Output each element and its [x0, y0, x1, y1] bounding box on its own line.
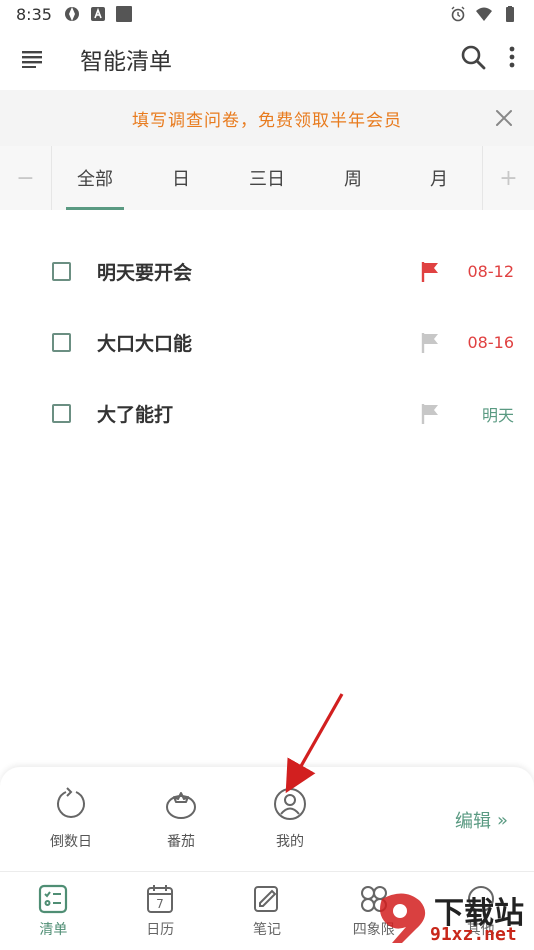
task-checkbox[interactable]: [52, 333, 71, 352]
app-bar: 智能清单: [0, 28, 534, 90]
countdown-label: 倒数日: [50, 834, 92, 850]
double-chevron-right-icon: »: [496, 809, 508, 831]
task-due-date: 明天: [481, 405, 514, 425]
aperture-icon: [64, 7, 79, 21]
more-options-button[interactable]: [508, 45, 516, 73]
quick-panel: 倒数日 番茄 我的 编辑 »: [0, 767, 534, 871]
more-vertical-icon: [509, 46, 515, 68]
tomato-icon: [166, 792, 196, 819]
task-list: 明天要开会 08-12 大口大口能 08-16 大了能打 明天: [0, 236, 534, 449]
profile-icon: [274, 788, 306, 820]
edit-label: 编辑: [454, 811, 491, 832]
flag-icon[interactable]: [420, 261, 440, 283]
note-icon: [253, 886, 278, 912]
task-checkbox[interactable]: [52, 404, 71, 423]
flag-icon[interactable]: [420, 332, 440, 354]
range-tab-bar: − 全部日三日周月 +: [0, 146, 534, 210]
nav-calendar-label: 日历: [146, 922, 175, 938]
nav-checklist-label: 清单: [39, 922, 68, 938]
alarm-icon: [451, 6, 465, 22]
tomato-label: 番茄: [167, 834, 195, 850]
nav-notes[interactable]: 笔记: [214, 872, 321, 950]
menu-icon: [22, 51, 42, 68]
watermark-domain: 91xz.net: [430, 924, 517, 945]
range-prev-button[interactable]: −: [0, 146, 52, 210]
countdown-item[interactable]: 倒数日: [31, 787, 111, 851]
banner-text: 填写调查问卷，免费领取半年会员: [132, 110, 402, 131]
status-time: 8:35: [16, 4, 52, 24]
profile-label: 我的: [276, 834, 304, 850]
task-row[interactable]: 大了能打 明天: [0, 378, 534, 449]
task-title: 明天要开会: [97, 262, 193, 284]
wifi-icon: [476, 7, 492, 21]
task-checkbox[interactable]: [52, 262, 71, 281]
range-tab[interactable]: 三日: [224, 146, 310, 210]
search-icon: [461, 45, 486, 70]
battery-icon: [506, 6, 514, 22]
survey-banner[interactable]: 填写调查问卷，免费领取半年会员: [0, 90, 534, 146]
square-icon: [115, 6, 132, 22]
checklist-icon: [39, 884, 68, 914]
range-tab[interactable]: 月: [396, 146, 482, 210]
profile-item[interactable]: 我的: [250, 787, 330, 851]
task-row[interactable]: 明天要开会 08-12: [0, 236, 534, 307]
app-a-icon: [90, 7, 105, 21]
banner-close-button[interactable]: [492, 106, 516, 130]
calendar-icon: 7: [147, 885, 174, 913]
tomato-item[interactable]: 番茄: [141, 787, 221, 851]
menu-button[interactable]: [18, 45, 46, 73]
task-due-date: 08-12: [467, 262, 515, 281]
range-tab[interactable]: 周: [310, 146, 396, 210]
edit-button[interactable]: 编辑 »: [455, 807, 508, 833]
nav-checklist[interactable]: 清单: [0, 872, 107, 950]
nav-calendar[interactable]: 7 日历: [107, 872, 214, 950]
nav-notes-label: 笔记: [252, 922, 281, 938]
countdown-icon: [57, 787, 85, 818]
range-next-button[interactable]: +: [482, 146, 534, 210]
range-tab[interactable]: 日: [138, 146, 224, 210]
status-bar: 8:35: [0, 0, 534, 28]
task-title: 大了能打: [97, 404, 174, 426]
search-button[interactable]: [460, 44, 486, 74]
task-due-date: 08-16: [467, 333, 515, 352]
close-icon: [496, 110, 512, 126]
range-tab[interactable]: 全部: [52, 146, 138, 210]
page-title: 智能清单: [80, 49, 172, 75]
calendar-day-number: 7: [156, 897, 164, 911]
flag-icon[interactable]: [420, 403, 440, 425]
task-title: 大口大口能: [97, 333, 193, 355]
task-row[interactable]: 大口大口能 08-16: [0, 307, 534, 378]
